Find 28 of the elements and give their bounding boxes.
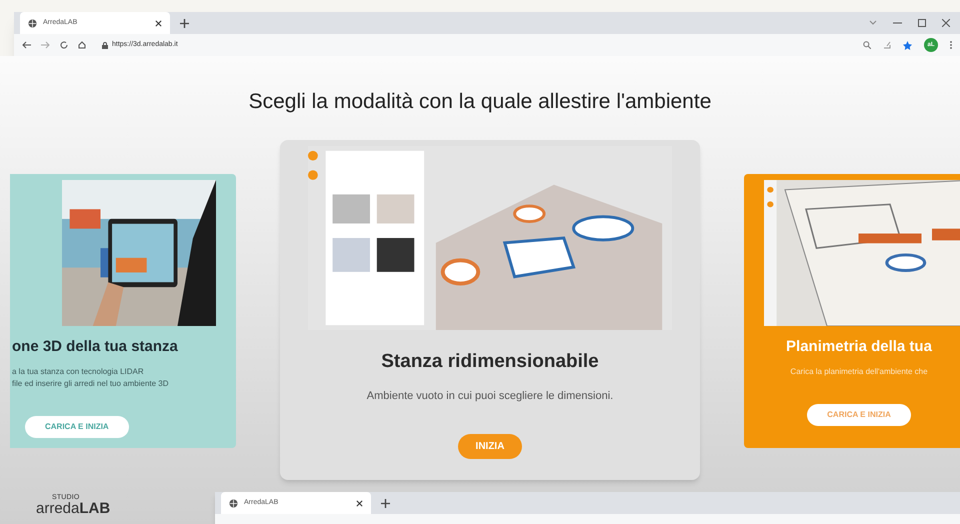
new-tab-icon[interactable] — [180, 18, 189, 28]
card-description: a la tua stanza con tecnologia LIDAR — [11, 366, 145, 378]
zoom-icon[interactable] — [863, 41, 871, 49]
maximize-icon[interactable] — [918, 19, 926, 27]
globe-icon — [229, 498, 238, 508]
card-title: Planimetria della tua — [786, 336, 932, 356]
minimize-icon[interactable] — [893, 22, 902, 24]
card-description: Carica la planimetria dell'ambiente che — [790, 366, 928, 378]
back-icon[interactable] — [22, 41, 31, 49]
globe-icon — [28, 18, 37, 28]
new-tab-icon[interactable] — [381, 498, 390, 508]
start-button[interactable]: CARICA E INIZIA — [807, 404, 911, 426]
home-icon[interactable] — [78, 41, 86, 49]
chevron-down-icon[interactable] — [869, 20, 877, 26]
start-button[interactable]: CARICA E INIZIA — [25, 416, 129, 438]
star-icon[interactable] — [903, 40, 912, 50]
close-icon[interactable] — [356, 500, 363, 506]
close-icon[interactable] — [155, 20, 162, 26]
card-description: file ed inserire gli arredi nel tuo ambiente 3D — [11, 378, 169, 390]
card-description: Ambiente vuoto in cui puoi scegliere le dimensioni. — [366, 390, 614, 402]
start-button[interactable]: INIZIA — [458, 434, 522, 459]
reload-icon[interactable] — [60, 41, 68, 49]
close-icon[interactable] — [942, 19, 950, 27]
lock-icon — [102, 42, 108, 48]
card-title: one 3D della tua stanza — [11, 336, 178, 356]
share-icon[interactable] — [883, 41, 891, 49]
card-title: Stanza ridimensionabile — [381, 350, 599, 374]
page-heading: Scegli la modalità con la quale allestire l'ambiente — [248, 89, 712, 115]
